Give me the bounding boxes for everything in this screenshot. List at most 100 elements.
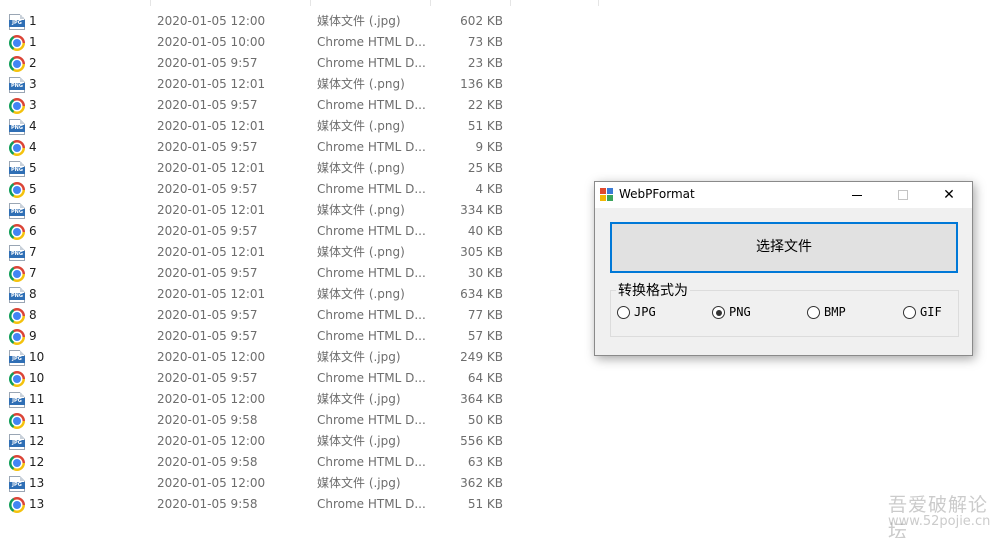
file-date: 2020-01-05 12:01 bbox=[157, 287, 266, 301]
close-button[interactable]: ✕ bbox=[926, 182, 972, 208]
file-row[interactable]: 13 2020-01-05 9:58 Chrome HTML D... 51 KB bbox=[0, 494, 600, 515]
file-type: Chrome HTML D... bbox=[317, 56, 425, 70]
file-size: 50 KB bbox=[467, 413, 503, 427]
file-date: 2020-01-05 9:57 bbox=[157, 266, 258, 280]
jpg-file-icon: JPG bbox=[9, 392, 25, 408]
file-row[interactable]: 2 2020-01-05 9:57 Chrome HTML D... 23 KB bbox=[0, 53, 600, 74]
file-type: 媒体文件 (.png) bbox=[317, 77, 405, 91]
file-type: Chrome HTML D... bbox=[317, 371, 425, 385]
file-size: 40 KB bbox=[467, 224, 503, 238]
file-row[interactable]: 8 2020-01-05 9:57 Chrome HTML D... 77 KB bbox=[0, 305, 600, 326]
file-type: 媒体文件 (.jpg) bbox=[317, 350, 401, 364]
file-date: 2020-01-05 12:01 bbox=[157, 245, 266, 259]
file-row[interactable]: JPG 12 2020-01-05 12:00 媒体文件 (.jpg) 556 KB bbox=[0, 431, 600, 452]
file-type: Chrome HTML D... bbox=[317, 497, 425, 511]
png-file-icon: PNG bbox=[9, 203, 25, 219]
file-name: 1 bbox=[29, 35, 37, 49]
file-name: 11 bbox=[29, 392, 45, 406]
file-name: 10 bbox=[29, 371, 45, 385]
title-bar[interactable]: WebPFormat ✕ bbox=[595, 182, 972, 208]
file-row[interactable]: 4 2020-01-05 9:57 Chrome HTML D... 9 KB bbox=[0, 137, 600, 158]
file-name: 11 bbox=[29, 413, 45, 427]
file-type-tag: PNG bbox=[9, 251, 25, 258]
file-size: 136 KB bbox=[460, 77, 503, 91]
jpg-file-icon: JPG bbox=[9, 350, 25, 366]
file-row[interactable]: JPG 10 2020-01-05 12:00 媒体文件 (.jpg) 249 KB bbox=[0, 347, 600, 368]
file-name: 5 bbox=[29, 161, 37, 175]
file-name: 2 bbox=[29, 56, 37, 70]
file-name: 12 bbox=[29, 434, 45, 448]
file-row[interactable]: PNG 5 2020-01-05 12:01 媒体文件 (.png) 25 KB bbox=[0, 158, 600, 179]
file-row[interactable]: PNG 3 2020-01-05 12:01 媒体文件 (.png) 136 KB bbox=[0, 74, 600, 95]
file-date: 2020-01-05 12:01 bbox=[157, 77, 266, 91]
file-size: 556 KB bbox=[460, 434, 503, 448]
file-size: 51 KB bbox=[467, 119, 503, 133]
file-row[interactable]: 5 2020-01-05 9:57 Chrome HTML D... 4 KB bbox=[0, 179, 600, 200]
column-separator bbox=[598, 0, 599, 6]
file-row[interactable]: JPG 13 2020-01-05 12:00 媒体文件 (.jpg) 362 KB bbox=[0, 473, 600, 494]
jpg-file-icon: JPG bbox=[9, 434, 25, 450]
file-type: Chrome HTML D... bbox=[317, 308, 425, 322]
file-type: Chrome HTML D... bbox=[317, 182, 425, 196]
file-row[interactable]: 11 2020-01-05 9:58 Chrome HTML D... 50 KB bbox=[0, 410, 600, 431]
file-size: 249 KB bbox=[460, 350, 503, 364]
file-row[interactable]: 1 2020-01-05 10:00 Chrome HTML D... 73 KB bbox=[0, 32, 600, 53]
file-row[interactable]: PNG 4 2020-01-05 12:01 媒体文件 (.png) 51 KB bbox=[0, 116, 600, 137]
chrome-html-icon bbox=[9, 266, 25, 282]
file-date: 2020-01-05 9:57 bbox=[157, 371, 258, 385]
choose-file-button[interactable]: 选择文件 bbox=[610, 222, 958, 273]
file-type: 媒体文件 (.jpg) bbox=[317, 392, 401, 406]
file-row[interactable]: 9 2020-01-05 9:57 Chrome HTML D... 57 KB bbox=[0, 326, 600, 347]
format-group-title: 转换格式为 bbox=[616, 280, 690, 300]
file-list: JPG 1 2020-01-05 12:00 媒体文件 (.jpg) 602 KB 1 20… bbox=[0, 11, 600, 515]
file-type: Chrome HTML D... bbox=[317, 98, 425, 112]
file-name: 9 bbox=[29, 329, 37, 343]
file-size: 30 KB bbox=[467, 266, 503, 280]
radio-label: JPG bbox=[634, 305, 656, 319]
file-type: 媒体文件 (.png) bbox=[317, 161, 405, 175]
file-size: 22 KB bbox=[467, 98, 503, 112]
file-type-tag: PNG bbox=[9, 167, 25, 174]
radio-indicator[interactable] bbox=[712, 306, 725, 319]
file-row[interactable]: PNG 7 2020-01-05 12:01 媒体文件 (.png) 305 KB bbox=[0, 242, 600, 263]
file-type-tag: JPG bbox=[9, 398, 25, 405]
app-icon bbox=[600, 188, 613, 201]
file-row[interactable]: 12 2020-01-05 9:58 Chrome HTML D... 63 KB bbox=[0, 452, 600, 473]
chrome-html-icon bbox=[9, 371, 25, 387]
file-type: 媒体文件 (.png) bbox=[317, 245, 405, 259]
file-date: 2020-01-05 12:01 bbox=[157, 203, 266, 217]
radio-indicator[interactable] bbox=[617, 306, 630, 319]
file-date: 2020-01-05 12:01 bbox=[157, 161, 266, 175]
file-row[interactable]: 3 2020-01-05 9:57 Chrome HTML D... 22 KB bbox=[0, 95, 600, 116]
file-name: 5 bbox=[29, 182, 37, 196]
file-row[interactable]: PNG 6 2020-01-05 12:01 媒体文件 (.png) 334 KB bbox=[0, 200, 600, 221]
chrome-html-icon bbox=[9, 56, 25, 72]
file-row[interactable]: JPG 1 2020-01-05 12:00 媒体文件 (.jpg) 602 KB bbox=[0, 11, 600, 32]
file-name: 6 bbox=[29, 203, 37, 217]
file-size: 23 KB bbox=[467, 56, 503, 70]
file-name: 12 bbox=[29, 455, 45, 469]
radio-indicator[interactable] bbox=[903, 306, 916, 319]
file-row[interactable]: 10 2020-01-05 9:57 Chrome HTML D... 64 KB bbox=[0, 368, 600, 389]
file-row[interactable]: JPG 11 2020-01-05 12:00 媒体文件 (.jpg) 364 KB bbox=[0, 389, 600, 410]
file-type-tag: PNG bbox=[9, 125, 25, 132]
file-row[interactable]: 7 2020-01-05 9:57 Chrome HTML D... 30 KB bbox=[0, 263, 600, 284]
file-name: 10 bbox=[29, 350, 45, 364]
file-row[interactable]: 6 2020-01-05 9:57 Chrome HTML D... 40 KB bbox=[0, 221, 600, 242]
file-size: 334 KB bbox=[460, 203, 503, 217]
radio-indicator[interactable] bbox=[807, 306, 820, 319]
file-type-tag: PNG bbox=[9, 209, 25, 216]
file-type: 媒体文件 (.jpg) bbox=[317, 476, 401, 490]
file-name: 3 bbox=[29, 77, 37, 91]
file-type: Chrome HTML D... bbox=[317, 413, 425, 427]
file-date: 2020-01-05 12:00 bbox=[157, 392, 266, 406]
png-file-icon: PNG bbox=[9, 77, 25, 93]
chrome-html-icon bbox=[9, 455, 25, 471]
file-date: 2020-01-05 9:58 bbox=[157, 413, 258, 427]
file-row[interactable]: PNG 8 2020-01-05 12:01 媒体文件 (.png) 634 KB bbox=[0, 284, 600, 305]
maximize-button[interactable] bbox=[880, 182, 926, 208]
file-name: 8 bbox=[29, 308, 37, 322]
png-file-icon: PNG bbox=[9, 287, 25, 303]
file-name: 13 bbox=[29, 497, 45, 511]
minimize-button[interactable] bbox=[834, 182, 880, 208]
